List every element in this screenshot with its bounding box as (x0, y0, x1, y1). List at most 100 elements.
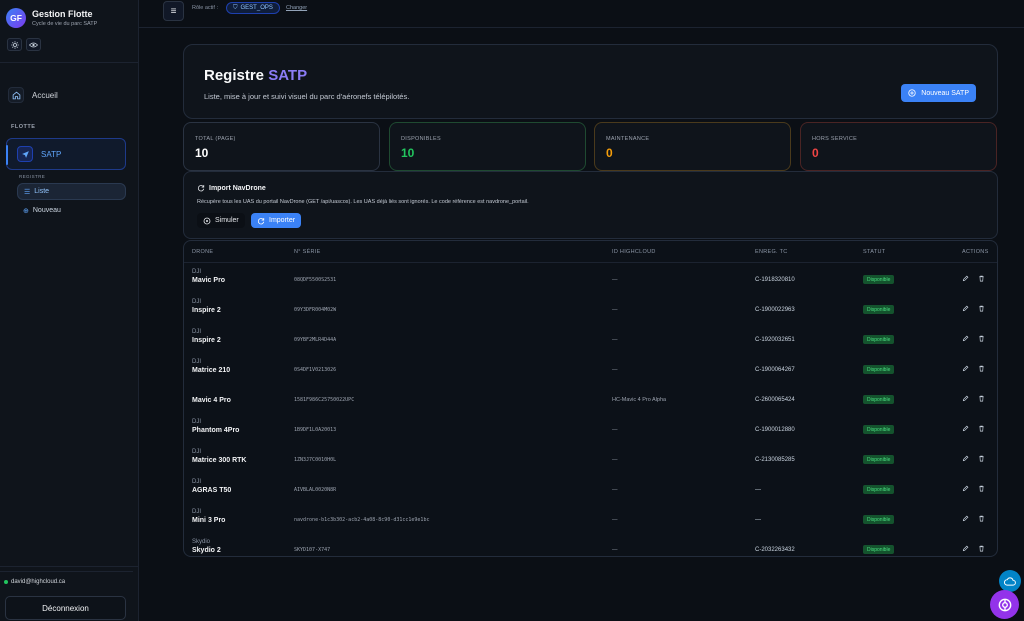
import-navdrone-panel: Import NavDrone Récupère tous les UAS du… (183, 171, 998, 239)
tc-registration-cell: C-1920032651 (755, 337, 795, 343)
drone-brand: Skydio (192, 539, 211, 545)
trash-icon[interactable] (978, 455, 985, 464)
column-header-drone[interactable]: DRONE (192, 249, 213, 255)
page-title-main: Registre (204, 67, 265, 84)
trash-icon[interactable] (978, 305, 985, 314)
serial-cell: SKYD107-X747 (294, 547, 331, 553)
serial-cell: 08QDF5500S2531 (294, 277, 337, 283)
sidebar-section-label: FLOTTE (11, 124, 36, 130)
highcloud-id-cell: — (612, 367, 618, 373)
column-header-highcloud[interactable]: ID HIGHCLOUD (612, 249, 656, 255)
serial-cell: 0S4DF1V0213026 (294, 367, 337, 373)
table-row[interactable]: DJI Phantom 4Pro 1B9DF1L0A20013 — C-1900… (184, 414, 997, 444)
sidebar-subitem-nouveau[interactable]: ⊕ Nouveau (17, 203, 126, 218)
serial-cell: 1ZN3J7C0010H0L (294, 457, 337, 463)
trash-icon[interactable] (978, 425, 985, 434)
logout-button[interactable]: Déconnexion (5, 596, 126, 620)
edit-icon[interactable] (962, 395, 969, 404)
tc-registration-cell: C-1900064267 (755, 367, 795, 373)
sidebar-item-satp[interactable]: SATP (6, 138, 126, 170)
drone-cell: DJI Mini 3 Pro (192, 509, 225, 524)
column-header-status[interactable]: STATUT (863, 249, 885, 255)
tc-registration-cell: — (755, 487, 761, 493)
edit-icon[interactable] (962, 335, 969, 344)
visibility-toggle-button[interactable] (26, 38, 41, 51)
sidebar-subsection-label: REGISTRE (19, 174, 46, 179)
status-badge: Disponible (863, 305, 895, 314)
sidebar-item-home[interactable]: Accueil (8, 86, 130, 104)
table-row[interactable]: Skydio Skydio 2 SKYD107-X747 — C-2032263… (184, 534, 997, 556)
trash-icon[interactable] (978, 365, 985, 374)
edit-icon[interactable] (962, 545, 969, 554)
tc-registration-cell: C-1900022963 (755, 307, 795, 313)
trash-icon[interactable] (978, 545, 985, 554)
stat-value: 0 (606, 146, 613, 160)
edit-icon[interactable] (962, 305, 969, 314)
drone-model: Inspire 2 (192, 307, 221, 314)
drone-brand: DJI (192, 419, 201, 425)
drone-cell: DJI Phantom 4Pro (192, 419, 239, 434)
stat-label: MAINTENANCE (606, 136, 650, 142)
sidebar-subitem-liste[interactable]: ☰ Liste (17, 183, 126, 200)
table-row[interactable]: DJI Inspire 2 09Y3DFR004M02W — C-1900022… (184, 294, 997, 324)
menu-toggle-button[interactable]: ≡ (163, 1, 184, 21)
sidebar-subitem-label: Nouveau (32, 207, 61, 214)
serial-cell: 1B9DF1L0A20013 (294, 427, 337, 433)
sun-icon (10, 40, 19, 49)
tc-registration-cell: C-2130085285 (755, 457, 795, 463)
drone-brand: DJI (192, 299, 201, 305)
sidebar-item-label: SATP (41, 149, 62, 159)
stat-value: 0 (812, 146, 819, 160)
cloud-icon (1004, 576, 1016, 586)
new-satp-label: Nouveau SATP (921, 89, 969, 97)
trash-icon[interactable] (978, 395, 985, 404)
serial-cell: 1581F986C25750022UPC (294, 397, 355, 403)
cloud-sync-button[interactable] (999, 570, 1021, 592)
sidebar-divider (0, 566, 139, 567)
highcloud-id-cell: — (612, 517, 618, 523)
tc-registration-cell: C-1918320810 (755, 277, 795, 283)
eye-icon (29, 42, 38, 47)
column-header-tc[interactable]: ENREG. TC (755, 249, 788, 255)
stat-card: DISPONIBLES 10 (389, 122, 586, 171)
status-badge: Disponible (863, 335, 895, 344)
table-row[interactable]: DJI Inspire 2 09YBF2MLR4D44A — C-1920032… (184, 324, 997, 354)
edit-icon[interactable] (962, 275, 969, 284)
column-header-serial[interactable]: N° SÉRIE (294, 249, 321, 255)
drone-cell: DJI Inspire 2 (192, 329, 221, 344)
help-button[interactable] (990, 590, 1019, 619)
trash-icon[interactable] (978, 515, 985, 524)
table-row[interactable]: DJI Mavic Pro 08QDF5500S2531 — C-1918320… (184, 264, 997, 294)
trash-icon[interactable] (978, 485, 985, 494)
serial-cell: AIVBLAL0020N8R (294, 487, 337, 493)
edit-icon[interactable] (962, 455, 969, 464)
drone-model: Matrice 210 (192, 367, 231, 374)
stat-label: HORS SERVICE (812, 136, 858, 142)
drone-cell: DJI Mavic Pro (192, 269, 225, 284)
theme-toggle-button[interactable] (7, 38, 22, 51)
edit-icon[interactable] (962, 425, 969, 434)
trash-icon[interactable] (978, 275, 985, 284)
tc-registration-cell: C-2032263432 (755, 547, 795, 553)
table-row[interactable]: Mavic 4 Pro 1581F986C25750022UPC HC-Mavi… (184, 384, 997, 414)
edit-icon[interactable] (962, 365, 969, 374)
edit-icon[interactable] (962, 485, 969, 494)
import-button[interactable]: Importer (251, 213, 302, 228)
drone-cell: DJI Inspire 2 (192, 299, 221, 314)
table-row[interactable]: DJI Mini 3 Pro navdrone-b1c3b302-acb2-4a… (184, 504, 997, 534)
simulate-button[interactable]: Simuler (197, 213, 245, 228)
trash-icon[interactable] (978, 335, 985, 344)
new-satp-button[interactable]: Nouveau SATP (901, 84, 976, 102)
edit-icon[interactable] (962, 515, 969, 524)
app-subtitle: Cycle de vie du parc SATP (32, 21, 98, 27)
table-row[interactable]: DJI AGRAS T50 AIVBLAL0020N8R — — Disponi… (184, 474, 997, 504)
table-row[interactable]: DJI Matrice 300 RTK 1ZN3J7C0010H0L — C-2… (184, 444, 997, 474)
topbar: ≡ Rôle actif : ⛉ GEST_OPS Changer (139, 0, 1024, 28)
user-email: david@highcloud.ca (11, 578, 66, 585)
change-role-link[interactable]: Changer (286, 5, 307, 11)
refresh-icon (197, 185, 205, 192)
drone-brand: DJI (192, 449, 201, 455)
table-row[interactable]: DJI Matrice 210 0S4DF1V0213026 — C-19000… (184, 354, 997, 384)
status-badge: Disponible (863, 485, 895, 494)
status-badge: Disponible (863, 425, 895, 434)
